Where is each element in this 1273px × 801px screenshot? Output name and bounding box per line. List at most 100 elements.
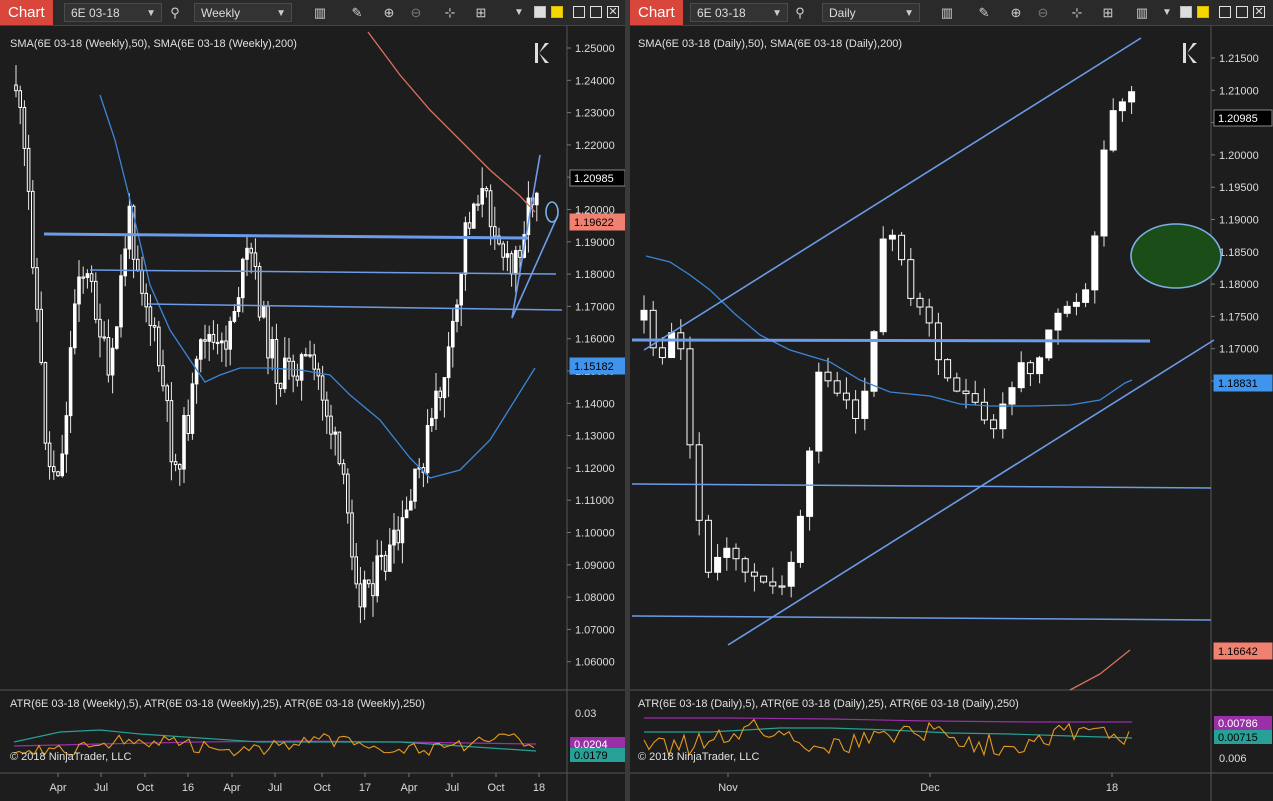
- candle-body: [760, 575, 768, 583]
- highlight-ellipse: [545, 201, 559, 223]
- scroll-to-start-icon[interactable]: [534, 42, 550, 64]
- trend-line: [43, 232, 529, 240]
- candle-body: [39, 308, 44, 364]
- candle-body: [161, 365, 165, 387]
- candle-body: [1091, 235, 1099, 291]
- candle-body: [451, 320, 455, 348]
- candle-body: [199, 339, 203, 360]
- sma-indicator-label: SMA(6E 03-18 (Weekly),50), SMA(6E 03-18 …: [10, 38, 297, 50]
- price-tick-label: 1.21000: [1219, 85, 1259, 97]
- candle-body: [350, 512, 354, 558]
- time-tick-label: 18: [1106, 782, 1118, 794]
- candle-body: [962, 390, 970, 395]
- candle-body: [732, 547, 740, 560]
- candle-body: [136, 258, 140, 271]
- candle-body: [438, 390, 442, 399]
- trend-line: [631, 338, 1151, 343]
- candle-body: [1072, 301, 1080, 307]
- candle-body: [1118, 101, 1126, 112]
- candle-body: [270, 339, 274, 359]
- candle-body: [1128, 91, 1136, 103]
- price-tick-label: 1.21500: [1219, 53, 1259, 65]
- candle-body: [480, 187, 484, 205]
- candle-body: [68, 347, 73, 417]
- candle-body: [85, 273, 90, 279]
- price-marker-label: 1.20985: [574, 173, 614, 185]
- price-tick-label: 1.20000: [1219, 150, 1259, 162]
- candle-body: [56, 471, 60, 477]
- candle-body: [379, 554, 384, 558]
- candle-body: [304, 354, 308, 357]
- candle-body: [262, 305, 266, 318]
- candle-body: [493, 226, 497, 237]
- price-tick-label: 1.19000: [575, 237, 615, 249]
- candle-body: [257, 266, 262, 318]
- candle-body: [207, 333, 211, 342]
- candle-body: [686, 348, 694, 446]
- candle-body: [442, 377, 447, 399]
- candle-body: [224, 340, 228, 350]
- candle-body: [367, 579, 371, 585]
- candle-body: [409, 500, 413, 511]
- candle-body: [796, 515, 804, 563]
- price-tick-label: 1.11000: [575, 495, 614, 507]
- candle-body: [152, 324, 157, 328]
- atr-marker-label: 0.0179: [574, 750, 608, 762]
- price-tick-label: 1.10000: [575, 528, 615, 540]
- candle-body: [971, 393, 979, 403]
- candle-body: [253, 252, 258, 268]
- time-tick-label: Apr: [223, 782, 240, 794]
- price-tick-label: 1.12000: [575, 463, 615, 475]
- time-tick-label: Dec: [920, 782, 940, 794]
- candle-body: [362, 579, 367, 608]
- candle-body: [341, 463, 346, 475]
- weekly-price-chart[interactable]: 1.250001.240001.230001.220001.210001.200…: [0, 0, 625, 801]
- candle-body: [165, 385, 169, 402]
- candle-body: [148, 306, 153, 326]
- candle-body: [990, 419, 998, 430]
- chart-panel-daily: Chart 6E 03-18 ▼ ⚲ Daily ▼ ▥ ✎ ⊕ ⊖ ⊹ ⊞ ▥ ▼…: [630, 0, 1273, 801]
- candle-body: [337, 431, 342, 465]
- candle-body: [140, 269, 144, 294]
- candle-body: [404, 509, 409, 519]
- candle-body: [94, 280, 98, 320]
- candle-body: [488, 190, 493, 228]
- price-tick-label: 1.18000: [575, 269, 615, 281]
- candle-body: [278, 382, 283, 390]
- candle-body: [852, 399, 860, 419]
- candle-body: [1109, 110, 1117, 151]
- candle-body: [81, 276, 86, 279]
- candle-body: [1026, 362, 1034, 375]
- candle-body: [14, 84, 18, 92]
- candle-body: [102, 336, 107, 339]
- candle-body: [392, 529, 396, 546]
- candle-body: [110, 347, 115, 376]
- price-marker-label: 1.19622: [574, 217, 614, 229]
- atr-indicator-label: ATR(6E 03-18 (Daily),5), ATR(6E 03-18 (D…: [638, 698, 1019, 710]
- scroll-to-start-icon[interactable]: [1182, 42, 1198, 64]
- candle-body: [446, 346, 451, 379]
- time-tick-label: Nov: [718, 782, 738, 794]
- candle-body: [295, 375, 300, 381]
- candle-body: [354, 556, 358, 585]
- candle-body: [47, 442, 52, 468]
- time-tick-label: Oct: [313, 782, 330, 794]
- candle-body: [695, 444, 703, 521]
- candle-body: [211, 333, 216, 343]
- candle-body: [173, 461, 178, 466]
- atr-marker-label: 0.00786: [1218, 718, 1258, 730]
- candle-body: [476, 203, 480, 206]
- time-tick-label: 17: [359, 782, 371, 794]
- candle-body: [815, 371, 823, 452]
- atr-250-line: [644, 717, 1132, 723]
- candle-body: [723, 547, 731, 558]
- trend-line: [643, 37, 1142, 351]
- candle-body: [190, 383, 195, 434]
- candle-body: [1008, 387, 1016, 405]
- candle-body: [73, 303, 77, 349]
- price-tick-label: 1.24000: [575, 75, 615, 87]
- candle-body: [898, 234, 906, 261]
- daily-price-chart[interactable]: 1.215001.210001.205001.200001.195001.190…: [630, 0, 1273, 801]
- candle-body: [299, 354, 304, 381]
- atr-marker-label: 0.00715: [1218, 732, 1258, 744]
